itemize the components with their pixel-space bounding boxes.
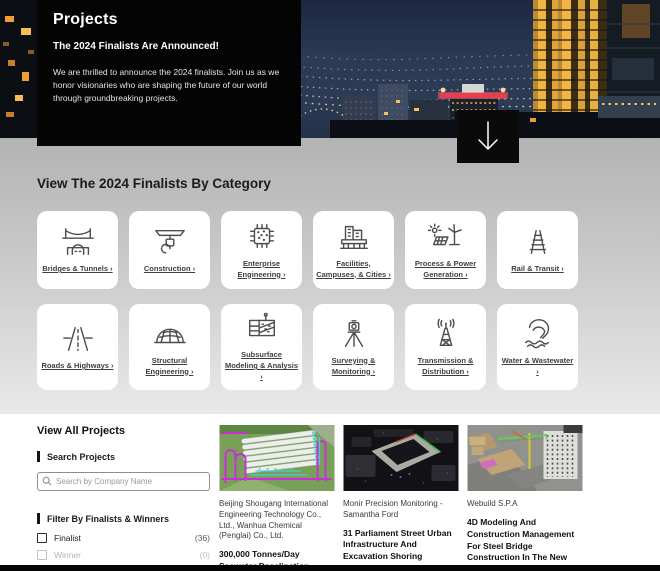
category-card-facilities-campuses-cities[interactable]: Facilities, Campuses, & Cities › xyxy=(313,211,394,289)
bottom-edge-bar xyxy=(0,565,660,571)
category-card-transmission-distribution[interactable]: Transmission & Distribution › xyxy=(405,304,486,390)
category-card-subsurface-modeling-analysis[interactable]: Subsurface Modeling & Analysis › xyxy=(221,304,302,390)
down-arrow-icon xyxy=(475,119,501,155)
city-buildings-icon xyxy=(334,220,374,254)
category-card-bridges-tunnels[interactable]: Bridges & Tunnels › xyxy=(37,211,118,289)
subsurface-section-icon xyxy=(242,311,282,345)
all-projects-section: View All Projects Search Projects Filter… xyxy=(0,414,660,567)
categories-section: View The 2024 Finalists By Category Brid… xyxy=(0,138,660,390)
hero-section: Projects The 2024 Finalists Are Announce… xyxy=(0,0,660,138)
project-thumbnail-excavation-point-cloud[interactable] xyxy=(343,425,459,491)
filter-option-label: Finalist xyxy=(54,533,81,543)
crane-hook-icon xyxy=(150,225,190,259)
category-card-enterprise-engineering[interactable]: Enterprise Engineering › xyxy=(221,211,302,289)
search-box xyxy=(37,471,210,490)
microchip-icon xyxy=(242,220,282,254)
projects-sidebar: View All Projects Search Projects Filter… xyxy=(37,425,210,567)
finalist-checkbox[interactable] xyxy=(37,533,47,543)
category-card-construction[interactable]: Construction › xyxy=(129,211,210,289)
category-label: Rail & Transit › xyxy=(511,264,564,275)
scroll-down-button[interactable] xyxy=(457,110,519,163)
project-title: 4D Modeling And Construction Management … xyxy=(467,517,583,567)
projects-heading: View All Projects xyxy=(37,425,210,437)
filter-row-winner: Winner (0) xyxy=(37,550,210,560)
category-label: Construction › xyxy=(144,264,195,275)
category-label: Water & Wastewater › xyxy=(500,356,575,378)
category-card-process-power-generation[interactable]: Process & Power Generation › xyxy=(405,211,486,289)
category-card-water-wastewater[interactable]: Water & Wastewater › xyxy=(497,304,578,390)
survey-station-icon xyxy=(334,317,374,351)
category-label: Surveying & Monitoring › xyxy=(316,356,391,378)
project-card: Webuild S.P.A 4D Modeling And Constructi… xyxy=(467,425,583,567)
search-projects-label: Search Projects xyxy=(37,451,210,462)
category-label: Enterprise Engineering › xyxy=(224,259,299,281)
project-company: Beijing Shougang International Engineeri… xyxy=(219,499,335,542)
filter-row-finalist: Finalist (36) xyxy=(37,533,210,543)
category-card-rail-transit[interactable]: Rail & Transit › xyxy=(497,211,578,289)
project-cards: Beijing Shougang International Engineeri… xyxy=(219,425,583,567)
filter-count: (0) xyxy=(200,550,210,560)
water-pipe-icon xyxy=(518,317,558,351)
project-company: Webuild S.P.A xyxy=(467,499,583,510)
projects-page: Projects The 2024 Finalists Are Announce… xyxy=(0,0,660,571)
category-label: Process & Power Generation › xyxy=(408,259,483,281)
geodesic-dome-icon xyxy=(150,317,190,351)
hero-description: We are thrilled to announce the 2024 fin… xyxy=(53,66,287,106)
project-thumbnail-construction-site-render[interactable] xyxy=(467,425,583,491)
search-icon xyxy=(42,476,52,486)
category-label: Subsurface Modeling & Analysis › xyxy=(224,350,299,383)
categories-heading: View The 2024 Finalists By Category xyxy=(37,176,660,191)
hero-panel: Projects The 2024 Finalists Are Announce… xyxy=(37,0,301,146)
highway-icon xyxy=(58,322,98,356)
search-input[interactable] xyxy=(37,472,210,491)
filter-count: (36) xyxy=(195,533,210,543)
category-label: Structural Engineering › xyxy=(132,356,207,378)
winner-checkbox xyxy=(37,550,47,560)
category-label: Facilities, Campuses, & Cities › xyxy=(316,259,391,281)
category-card-structural-engineering[interactable]: Structural Engineering › xyxy=(129,304,210,390)
category-card-roads-highways[interactable]: Roads & Highways › xyxy=(37,304,118,390)
bridge-tunnel-icon xyxy=(58,225,98,259)
railway-tracks-icon xyxy=(518,225,558,259)
hero-subtitle: The 2024 Finalists Are Announced! xyxy=(53,41,285,52)
project-title: 31 Parliament Street Urban Infrastructur… xyxy=(343,528,459,567)
project-company: Monir Precision Monitoring - Samantha Fo… xyxy=(343,499,459,521)
category-card-surveying-monitoring[interactable]: Surveying & Monitoring › xyxy=(313,304,394,390)
category-label: Bridges & Tunnels › xyxy=(42,264,112,275)
project-thumbnail-desalination-plant-render[interactable] xyxy=(219,425,335,491)
project-card: Beijing Shougang International Engineeri… xyxy=(219,425,335,567)
category-label: Roads & Highways › xyxy=(41,361,113,372)
filter-option-label: Winner xyxy=(54,550,81,560)
renewable-energy-icon xyxy=(426,220,466,254)
project-card: Monir Precision Monitoring - Samantha Fo… xyxy=(343,425,459,567)
filter-label: Filter By Finalists & Winners xyxy=(37,513,210,524)
radio-tower-icon xyxy=(426,317,466,351)
category-label: Transmission & Distribution › xyxy=(408,356,483,378)
page-title: Projects xyxy=(53,11,285,29)
category-grid: Bridges & Tunnels › Construction › xyxy=(37,211,578,390)
